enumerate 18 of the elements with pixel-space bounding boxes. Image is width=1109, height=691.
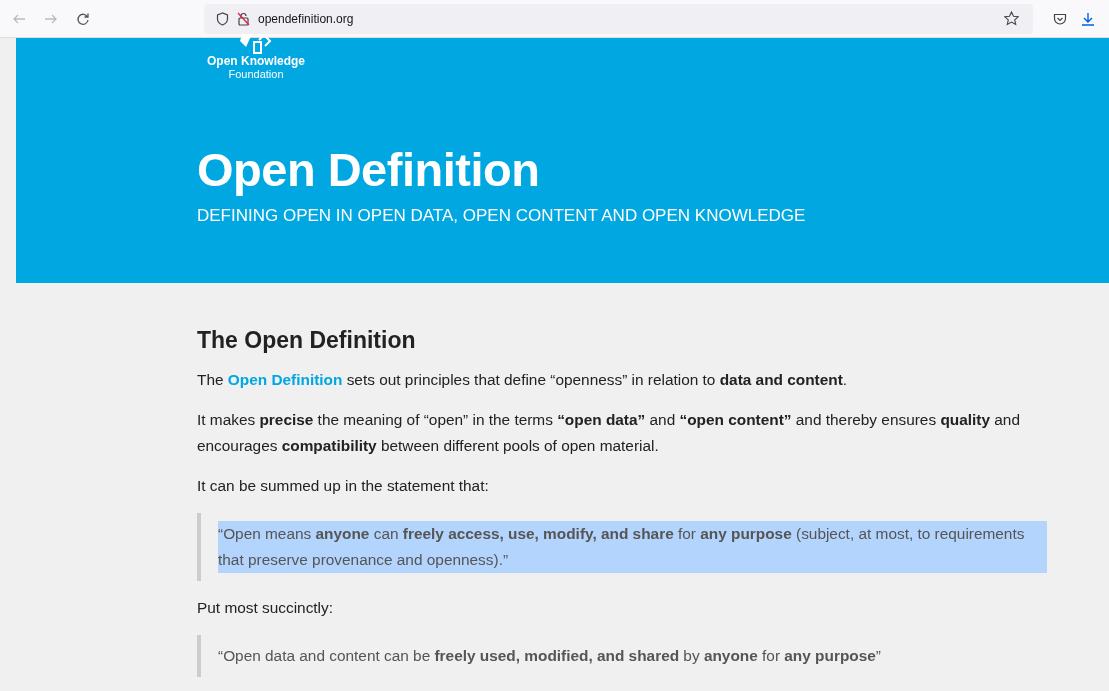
quote-text: “Open means anyone can freely access, use, modify, and share for any purpose (subject, at most, to requirements that preserve provenance and openness).” bbox=[218, 521, 1047, 573]
logo-text: Open Knowledge bbox=[207, 54, 305, 68]
star-icon[interactable] bbox=[1004, 11, 1019, 26]
section-heading: The Open Definition bbox=[197, 326, 417, 355]
paragraph: It makes precise the meaning of “open” in the terms “open data” and “open content” and thereby ensures quality and encourages compatibility between different pools of open material. bbox=[197, 410, 1021, 456]
pocket-icon[interactable] bbox=[1053, 11, 1067, 26]
address-bar[interactable]: opendefinition.org bbox=[204, 3, 1033, 34]
quote-text: “Open data and content can be freely used, modified, and shared by anyone for any purpose” bbox=[218, 646, 882, 666]
paragraph: It can be summed up in the statement that: bbox=[197, 476, 490, 496]
insecure-lock-icon[interactable] bbox=[237, 11, 250, 26]
paragraph: Put most succinctly: bbox=[197, 598, 334, 618]
site-tagline: DEFINING OPEN IN OPEN DATA, OPEN CONTENT AND OPEN KNOWLEDGE bbox=[197, 206, 807, 226]
url-text: opendefinition.org bbox=[258, 11, 355, 26]
download-icon[interactable] bbox=[1081, 11, 1095, 26]
reload-icon[interactable] bbox=[76, 11, 90, 26]
intro-paragraph: The Open Definition sets out principles that define “openness” in relation to data and content. bbox=[197, 370, 849, 390]
logo-subtext: Foundation bbox=[228, 68, 284, 80]
shield-icon[interactable] bbox=[216, 11, 229, 26]
